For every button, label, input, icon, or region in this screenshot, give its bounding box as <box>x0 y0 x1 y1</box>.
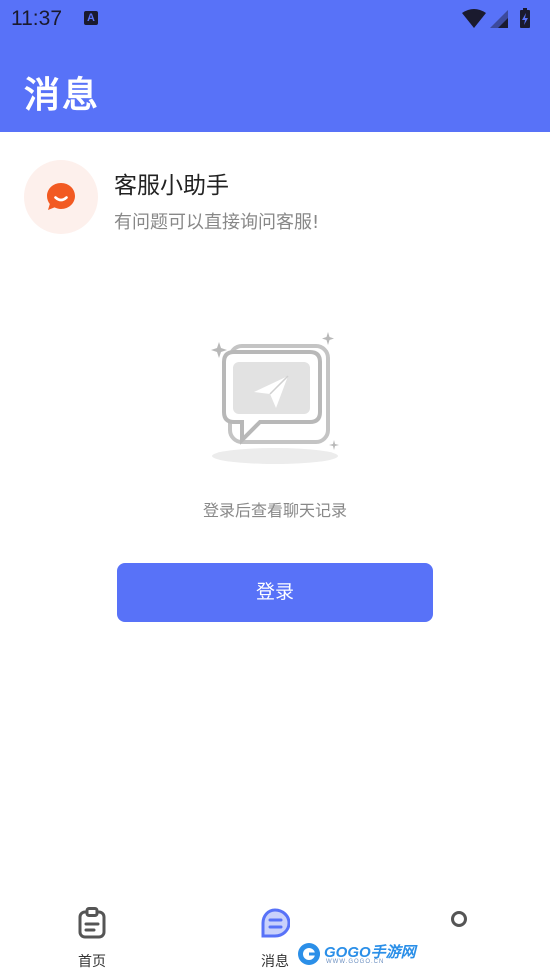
empty-chat-illustration <box>211 332 339 464</box>
notification-a-icon: A <box>84 11 98 25</box>
page-title: 消息 <box>24 75 101 116</box>
tab-profile[interactable] <box>398 895 518 977</box>
watermark-logo: GOGO手游网 WWW.GOGO.CN <box>296 940 416 968</box>
gogo-logo-icon <box>298 943 320 965</box>
empty-state-hint: 登录后查看聊天记录 <box>202 501 347 520</box>
profile-icon <box>451 911 467 927</box>
message-icon <box>261 908 290 938</box>
watermark-url: WWW.GOGO.CN <box>326 959 385 965</box>
status-bar: 11:37 A <box>0 0 550 38</box>
bottom-tabbar: 首页 消息 <box>0 895 550 977</box>
customer-service-item[interactable]: 客服小助手 有问题可以直接询问客服! <box>0 132 550 262</box>
wifi-icon <box>462 9 486 28</box>
app-header: 11:37 A 消息 <box>0 0 550 132</box>
clipboard-icon <box>78 907 106 939</box>
assistant-name: 客服小助手 <box>114 173 229 199</box>
chat-bubble-icon <box>47 183 75 210</box>
login-button[interactable]: 登录 <box>117 563 433 622</box>
assistant-avatar <box>24 160 98 234</box>
status-time: 11:37 <box>11 7 62 30</box>
tab-home[interactable]: 首页 <box>32 895 152 977</box>
tab-home-label: 首页 <box>78 954 106 970</box>
assistant-description: 有问题可以直接询问客服! <box>114 212 320 233</box>
status-icons <box>462 8 530 28</box>
